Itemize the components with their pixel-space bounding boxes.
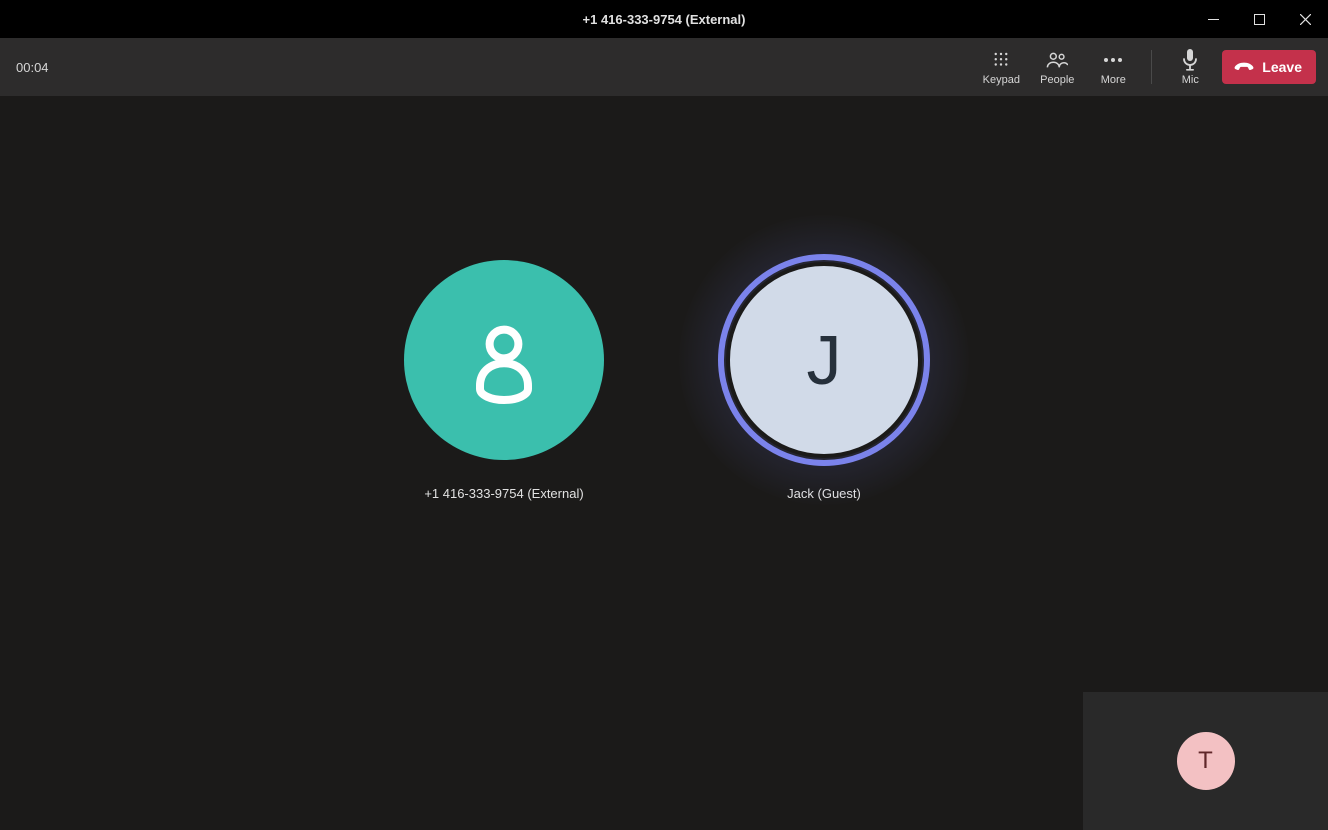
call-timer: 00:04 <box>16 60 49 75</box>
hangup-icon <box>1234 59 1254 75</box>
titlebar: +1 416-333-9754 (External) <box>0 0 1328 38</box>
leave-label: Leave <box>1262 59 1302 75</box>
call-window: +1 416-333-9754 (External) 00:04 <box>0 0 1328 830</box>
avatar-wrap <box>400 256 608 464</box>
keypad-button[interactable]: Keypad <box>973 38 1029 96</box>
participant-jack[interactable]: J Jack (Guest) <box>694 256 954 501</box>
toolbar-divider <box>1151 50 1152 84</box>
window-controls <box>1190 0 1328 38</box>
people-button[interactable]: People <box>1029 38 1085 96</box>
mic-button[interactable]: Mic <box>1162 38 1218 96</box>
self-avatar: T <box>1177 732 1235 790</box>
mic-icon <box>1182 48 1198 72</box>
keypad-icon <box>992 48 1010 72</box>
person-icon <box>404 260 604 460</box>
self-view[interactable]: T <box>1083 692 1328 830</box>
avatar-initial: J <box>726 262 922 458</box>
participant-external[interactable]: +1 416-333-9754 (External) <box>374 256 634 501</box>
more-label: More <box>1101 74 1126 86</box>
minimize-button[interactable] <box>1190 0 1236 38</box>
close-button[interactable] <box>1282 0 1328 38</box>
keypad-label: Keypad <box>983 74 1020 86</box>
leave-button[interactable]: Leave <box>1222 50 1316 84</box>
call-stage: +1 416-333-9754 (External) J Jack (Guest… <box>0 96 1328 830</box>
avatar-wrap: J <box>720 256 928 464</box>
more-button[interactable]: More <box>1085 38 1141 96</box>
people-label: People <box>1040 74 1074 86</box>
minimize-icon <box>1208 14 1219 25</box>
more-icon <box>1103 48 1123 72</box>
people-icon <box>1046 48 1068 72</box>
window-title: +1 416-333-9754 (External) <box>583 12 746 27</box>
mic-label: Mic <box>1182 74 1199 86</box>
participant-name: +1 416-333-9754 (External) <box>424 486 583 501</box>
close-icon <box>1300 14 1311 25</box>
maximize-icon <box>1254 14 1265 25</box>
call-toolbar: 00:04 Keypad People <box>0 38 1328 96</box>
maximize-button[interactable] <box>1236 0 1282 38</box>
participants-row: +1 416-333-9754 (External) J Jack (Guest… <box>374 256 954 501</box>
